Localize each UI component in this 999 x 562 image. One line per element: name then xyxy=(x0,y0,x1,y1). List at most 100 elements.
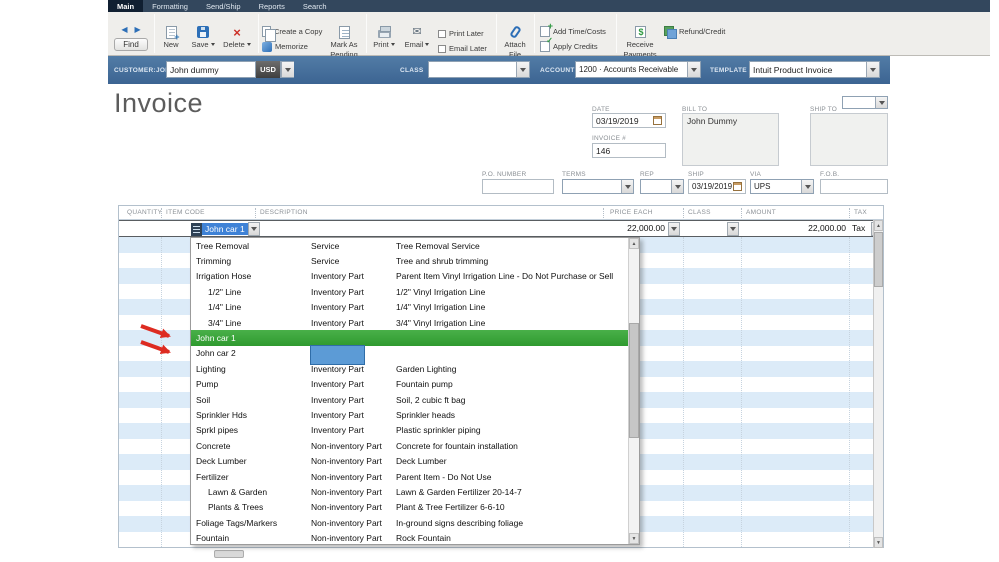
h-scrollbar-thumb[interactable] xyxy=(214,550,244,558)
tab-search[interactable]: Search xyxy=(294,0,336,12)
dropdown-item-fertilizer[interactable]: FertilizerNon-inventory PartParent Item … xyxy=(191,469,630,484)
print-dropdown-icon[interactable] xyxy=(391,43,395,46)
class-cell-dropdown-button[interactable] xyxy=(727,222,739,236)
po-number-input[interactable] xyxy=(482,179,554,194)
via-value[interactable]: UPS xyxy=(751,180,801,193)
customer-job-value[interactable]: John dummy xyxy=(167,62,255,77)
currency-button[interactable]: USD xyxy=(256,61,280,78)
class-select[interactable] xyxy=(428,61,530,78)
back-icon[interactable]: ◀ xyxy=(121,25,127,35)
save-button[interactable]: Save xyxy=(188,25,218,49)
receive-payments-button[interactable]: Receive Payments xyxy=(620,25,660,59)
dropdown-item-tree-removal[interactable]: Tree RemovalServiceTree Removal Service xyxy=(191,238,630,253)
attach-file-button[interactable]: Attach File xyxy=(500,25,530,59)
via-select[interactable]: UPS xyxy=(750,179,814,194)
chevron-down-icon[interactable] xyxy=(801,180,813,193)
dropdown-item-3-4-line[interactable]: 3/4" LineInventory Part3/4" Vinyl Irriga… xyxy=(191,315,630,330)
scrollbar-thumb[interactable] xyxy=(874,232,883,287)
bill-to-box[interactable]: John Dummy xyxy=(682,113,779,166)
terms-value[interactable] xyxy=(563,180,621,193)
print-later-checkbox[interactable]: Print Later xyxy=(438,27,484,40)
dropdown-item-pump[interactable]: PumpInventory PartFountain pump xyxy=(191,377,630,392)
scroll-up-icon[interactable]: ▲ xyxy=(874,220,883,231)
print-button[interactable]: Print xyxy=(370,25,398,49)
chevron-down-icon[interactable] xyxy=(671,180,683,193)
mark-as-pending-button[interactable]: Mark As Pending xyxy=(322,25,366,59)
apply-credits-button[interactable]: Apply Credits xyxy=(540,40,598,53)
ship-to-select-value[interactable] xyxy=(843,97,875,108)
dropdown-item-sprinkler-hds[interactable]: Sprinkler HdsInventory PartSprinkler hea… xyxy=(191,407,630,422)
date-input[interactable]: 03/19/2019 xyxy=(592,113,666,128)
dropdown-item-john-car-1[interactable]: John car 1 xyxy=(191,330,630,345)
delete-button[interactable]: × Delete xyxy=(220,25,254,49)
dropdown-scroll-up-icon[interactable]: ▲ xyxy=(629,238,639,249)
chevron-down-icon[interactable] xyxy=(281,62,294,77)
account-select[interactable]: 1200 · Accounts Receivable xyxy=(575,61,701,78)
calendar-icon[interactable] xyxy=(733,182,742,191)
item-code-value[interactable]: John car 1 xyxy=(202,223,248,235)
line-item-row[interactable]: John car 1 22,000.00 22,000.00 Tax xyxy=(119,220,883,237)
dropdown-item-soil[interactable]: SoilInventory PartSoil, 2 cubic ft bag xyxy=(191,392,630,407)
email-button[interactable]: ✉ Email xyxy=(402,25,432,49)
table-scrollbar[interactable]: ▲ ▼ xyxy=(873,220,883,548)
dropdown-item-fountain[interactable]: FountainNon-inventory PartRock Fountain xyxy=(191,530,630,545)
chevron-down-icon[interactable] xyxy=(866,62,879,77)
dropdown-item-1-2-line[interactable]: 1/2" LineInventory Part1/2" Vinyl Irriga… xyxy=(191,284,630,299)
email-later-checkbox[interactable]: Email Later xyxy=(438,42,487,55)
dropdown-scrollbar[interactable]: ▲ ▼ xyxy=(628,238,639,544)
tab-reports[interactable]: Reports xyxy=(250,0,294,12)
item-code-cell[interactable]: John car 1 xyxy=(191,222,260,236)
dropdown-item-foliage-tags-markers[interactable]: Foliage Tags/MarkersNon-inventory PartIn… xyxy=(191,515,630,530)
rep-select[interactable] xyxy=(640,179,684,194)
item-list-icon[interactable] xyxy=(191,223,202,236)
class-value[interactable] xyxy=(429,62,516,77)
chevron-down-icon[interactable] xyxy=(516,62,529,77)
dropdown-scrollbar-thumb[interactable] xyxy=(629,323,639,438)
amount-value[interactable]: 22,000.00 xyxy=(741,223,846,233)
new-button[interactable]: New xyxy=(158,25,184,49)
dropdown-item-irrigation-hose[interactable]: Irrigation HoseInventory PartParent Item… xyxy=(191,269,630,284)
dropdown-item-trimming[interactable]: TrimmingServiceTree and shrub trimming xyxy=(191,253,630,268)
chevron-down-icon[interactable] xyxy=(687,62,700,77)
email-dropdown-icon[interactable] xyxy=(425,43,429,46)
save-dropdown-icon[interactable] xyxy=(211,43,215,46)
create-copy-button[interactable]: Create a Copy xyxy=(262,25,322,38)
dropdown-scroll-down-icon[interactable]: ▼ xyxy=(629,533,639,544)
item-code-dropdown-button[interactable] xyxy=(248,222,260,236)
ship-to-box[interactable] xyxy=(810,113,888,166)
dropdown-item-plants-trees[interactable]: Plants & TreesNon-inventory PartPlant & … xyxy=(191,500,630,515)
customer-job-input[interactable]: John dummy xyxy=(166,61,256,78)
tab-formatting[interactable]: Formatting xyxy=(143,0,197,12)
scroll-down-icon[interactable]: ▼ xyxy=(874,537,883,548)
fob-input[interactable] xyxy=(820,179,888,194)
chevron-down-icon[interactable] xyxy=(875,97,887,108)
forward-icon[interactable]: ▶ xyxy=(135,25,141,35)
tab-main[interactable]: Main xyxy=(108,0,143,12)
invoice-number-input[interactable]: 146 xyxy=(592,143,666,158)
tax-value[interactable]: Tax xyxy=(852,223,865,233)
template-value[interactable]: Intuit Product Invoice xyxy=(750,62,866,77)
find-button[interactable]: ◀ ▶ Find xyxy=(111,25,151,51)
dropdown-item-lawn-garden[interactable]: Lawn & GardenNon-inventory PartLawn & Ga… xyxy=(191,484,630,499)
price-dropdown-button[interactable] xyxy=(668,222,680,236)
dropdown-item-sprkl-pipes[interactable]: Sprkl pipesInventory PartPlastic sprinkl… xyxy=(191,423,630,438)
refund-credit-button[interactable]: Refund/Credit xyxy=(664,25,725,38)
delete-dropdown-icon[interactable] xyxy=(247,43,251,46)
chevron-down-icon[interactable] xyxy=(621,180,633,193)
dropdown-item-john-car-2[interactable]: John car 2 xyxy=(191,346,630,361)
ship-to-select[interactable] xyxy=(842,96,888,109)
dropdown-item-lighting[interactable]: LightingInventory PartGarden Lighting xyxy=(191,361,630,376)
terms-select[interactable] xyxy=(562,179,634,194)
template-select[interactable]: Intuit Product Invoice xyxy=(749,61,880,78)
tab-send-ship[interactable]: Send/Ship xyxy=(197,0,250,12)
rep-value[interactable] xyxy=(641,180,671,193)
customer-dropdown-button[interactable] xyxy=(280,61,294,78)
dropdown-item-deck-lumber[interactable]: Deck LumberNon-inventory PartDeck Lumber xyxy=(191,453,630,468)
dropdown-item-1-4-line[interactable]: 1/4" LineInventory Part1/4" Vinyl Irriga… xyxy=(191,300,630,315)
print-later-box-icon[interactable] xyxy=(438,30,446,38)
email-later-box-icon[interactable] xyxy=(438,45,446,53)
dropdown-item-concrete[interactable]: ConcreteNon-inventory PartConcrete for f… xyxy=(191,438,630,453)
find-label[interactable]: Find xyxy=(114,38,148,51)
price-each-value[interactable]: 22,000.00 xyxy=(603,223,665,233)
account-value[interactable]: 1200 · Accounts Receivable xyxy=(576,62,687,77)
